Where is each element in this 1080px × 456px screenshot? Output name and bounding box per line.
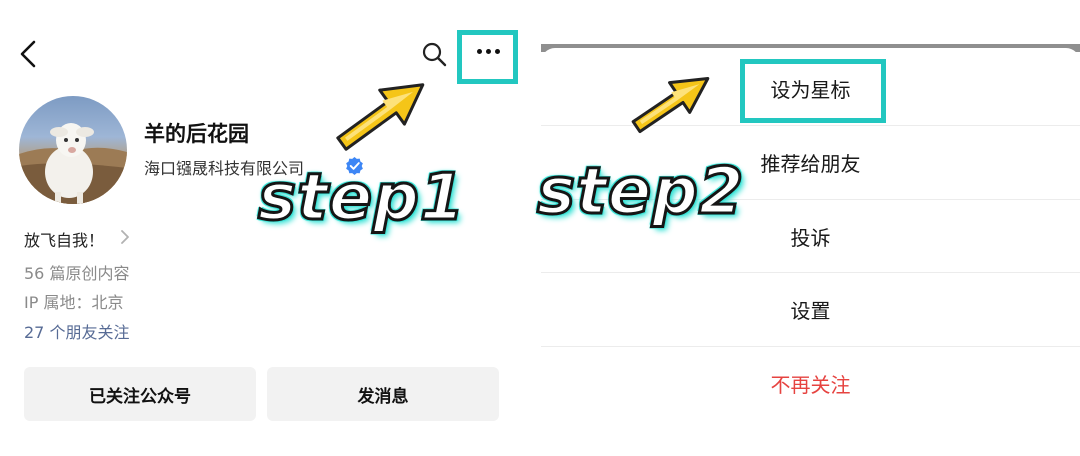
more-options-icon[interactable]: [477, 49, 501, 57]
star-item-highlight: [740, 59, 886, 123]
followed-account-button[interactable]: 已关注公众号: [24, 367, 256, 421]
article-count: 56 篇原创内容: [24, 264, 130, 283]
step2-label: step2: [535, 155, 745, 229]
menu-item-settings[interactable]: 设置: [541, 272, 1080, 346]
account-name: 羊的后花园: [144, 122, 249, 146]
signature-text[interactable]: 放飞自我！: [24, 227, 104, 251]
pointer-arrow-icon: [336, 83, 425, 151]
avatar: [19, 96, 127, 204]
more-button-highlight[interactable]: [457, 30, 518, 84]
menu-item-unfollow[interactable]: 不再关注: [541, 346, 1080, 420]
ip-location: IP 属地：北京: [24, 293, 124, 312]
step1-label: step1: [256, 161, 466, 235]
chevron-right-icon: [121, 230, 129, 244]
search-icon[interactable]: [420, 40, 448, 68]
back-arrow-icon[interactable]: [14, 38, 42, 70]
send-message-button[interactable]: 发消息: [267, 367, 499, 421]
pointer-arrow-icon: [631, 77, 710, 134]
friends-follow-link[interactable]: 27 个朋友关注: [24, 319, 129, 343]
